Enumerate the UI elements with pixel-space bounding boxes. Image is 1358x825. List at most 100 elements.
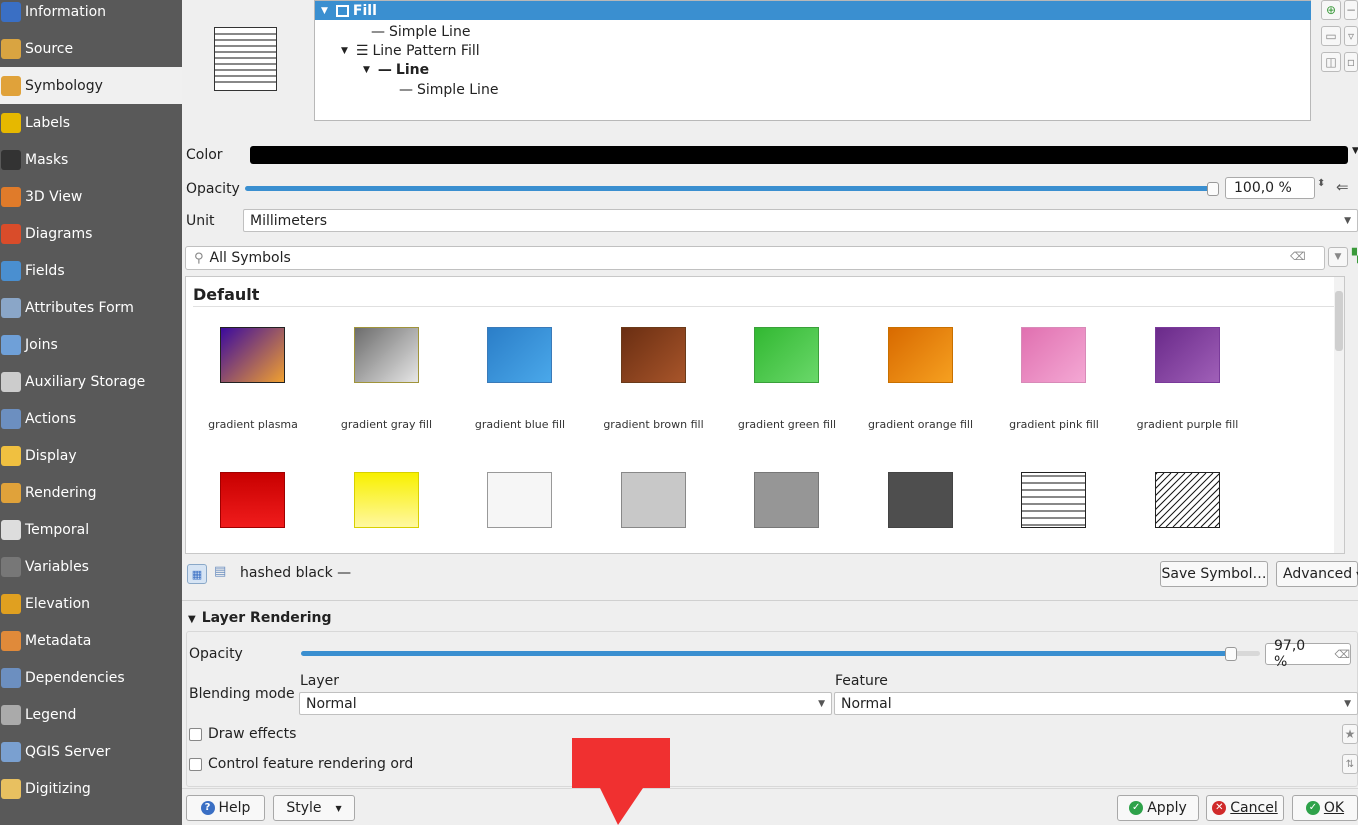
symbol-gallery[interactable]: Default gradient plasma gradient gray fil… (185, 276, 1345, 554)
layer-opacity-slider[interactable] (301, 651, 1231, 656)
sidebar-item-rendering[interactable]: Rendering (0, 474, 182, 511)
sidebar-item-label: Dependencies (25, 669, 125, 686)
sidebar-item-attributes-form[interactable]: Attributes Form (0, 289, 182, 326)
sidebar-item-labels[interactable]: Labels (0, 104, 182, 141)
duplicate-icon[interactable]: ◫ (1321, 52, 1341, 72)
search-dropdown-icon[interactable]: ▼ (1328, 247, 1348, 267)
unit-select[interactable]: Millimeters ▼ (243, 209, 1358, 232)
tree-item-label: Fill (352, 2, 377, 19)
advanced-button[interactable]: Advanced ▼ (1276, 561, 1358, 587)
add-layer-icon[interactable]: ⊕ (1321, 0, 1341, 20)
save-symbol-button[interactable]: Save Symbol… (1160, 561, 1268, 587)
sidebar-item-masks[interactable]: Masks (0, 141, 182, 178)
symbol-swatch[interactable] (220, 472, 285, 528)
remove-layer-icon[interactable]: − (1344, 0, 1358, 20)
clear-icon[interactable]: ⌫ (1334, 648, 1350, 661)
tree-item-simple-line[interactable]: — Simple Line (371, 22, 470, 41)
color-dropdown-icon[interactable]: ▼ (1352, 146, 1358, 156)
gear-icon (1, 408, 21, 429)
symbol-swatch[interactable] (220, 327, 285, 383)
symbol-swatch[interactable] (754, 327, 819, 383)
data-defined-icon[interactable]: ⇐ (1336, 178, 1349, 196)
hatch-horizontal-swatch[interactable] (1021, 472, 1086, 528)
symbol-swatch[interactable] (754, 472, 819, 528)
effects-star-icon[interactable]: ★ (1342, 724, 1358, 744)
sidebar-item-fields[interactable]: Fields (0, 252, 182, 289)
help-button[interactable]: ? Help (186, 795, 265, 821)
icon-view-icon[interactable]: ▦ (187, 564, 207, 584)
sidebar-item-display[interactable]: Display (0, 437, 182, 474)
sidebar-item-diagrams[interactable]: Diagrams (0, 215, 182, 252)
sidebar-item-actions[interactable]: Actions (0, 400, 182, 437)
sidebar-item-temporal[interactable]: Temporal (0, 511, 182, 548)
symbol-swatch[interactable] (487, 327, 552, 383)
ok-button[interactable]: ✓ OK (1292, 795, 1358, 821)
list-view-icon[interactable]: ▤ (214, 564, 226, 579)
tree-item-label: Line (395, 61, 430, 78)
move-down-icon[interactable]: ▭ (1321, 26, 1341, 46)
move-up-icon[interactable]: ▿ (1344, 26, 1358, 46)
sidebar-item-legend[interactable]: Legend (0, 696, 182, 733)
clear-icon[interactable]: ⌫ (1290, 250, 1306, 263)
tree-item-simple-line[interactable]: — Simple Line (399, 80, 498, 99)
layer-rendering-header[interactable]: ▼ Layer Rendering (188, 610, 332, 626)
apply-button[interactable]: ✓ Apply (1117, 795, 1199, 821)
sidebar-item-source[interactable]: Source (0, 30, 182, 67)
symbol-preview (214, 27, 277, 91)
sidebar-item-digitizing[interactable]: Digitizing (0, 770, 182, 807)
lock-icon[interactable]: ▫ (1344, 52, 1358, 72)
feature-blend-select[interactable]: Normal ▼ (834, 692, 1358, 715)
sidebar-item-information[interactable]: Information (0, 0, 182, 30)
sidebar-item-dependencies[interactable]: Dependencies (0, 659, 182, 696)
style-label: Style (286, 800, 322, 816)
sidebar-item-label: Metadata (25, 632, 92, 649)
sidebar-item-variables[interactable]: Variables (0, 548, 182, 585)
order-by-icon[interactable]: ⇅ (1342, 754, 1358, 774)
collapse-arrow-icon[interactable]: ▼ (188, 614, 196, 625)
scrollbar-thumb[interactable] (1335, 291, 1343, 351)
style-button[interactable]: Style ▼ (273, 795, 355, 821)
symbol-swatch[interactable] (353, 472, 419, 528)
layer-opacity-slider-handle[interactable] (1225, 647, 1237, 661)
gallery-scrollbar[interactable] (1334, 277, 1344, 553)
sidebar-item-elevation[interactable]: Elevation (0, 585, 182, 622)
tree-item-line-pattern-fill[interactable]: ▼ ☰ Line Pattern Fill (341, 41, 480, 60)
expand-arrow-icon[interactable]: ▼ (341, 46, 348, 56)
tree-item-line[interactable]: ▼ — Line (363, 60, 429, 79)
spin-arrows-icon[interactable]: ⬍ (1317, 178, 1325, 189)
opacity-spinbox[interactable]: 100,0 % (1225, 177, 1315, 199)
hatch-diagonal-swatch[interactable] (1095, 472, 1339, 528)
sidebar-item-auxiliary-storage[interactable]: Auxiliary Storage (0, 363, 182, 400)
symbol-search-input[interactable]: ⚲ All Symbols (185, 246, 1325, 270)
symbol-swatch[interactable] (1021, 327, 1086, 383)
symbol-swatch[interactable] (887, 327, 953, 383)
tree-item-label: Line Pattern Fill (372, 42, 480, 59)
symbol-swatch[interactable] (487, 472, 552, 528)
expand-arrow-icon[interactable]: ▼ (321, 6, 328, 16)
layer-opacity-spinbox[interactable]: 97,0 % ⌫ (1265, 638, 1351, 670)
gallery-group-title: Default (193, 285, 260, 304)
layer-blend-select[interactable]: Normal ▼ (299, 692, 832, 715)
symbol-swatch[interactable] (620, 472, 686, 528)
sidebar-item-qgis-server[interactable]: QGIS Server (0, 733, 182, 770)
symbol-layer-tree[interactable]: ▼ Fill — Simple Line ▼ ☰ Line Pattern Fi… (314, 0, 1311, 121)
sidebar-item-joins[interactable]: Joins (0, 326, 182, 363)
cancel-button[interactable]: ✕ Cancel (1206, 795, 1284, 821)
expand-arrow-icon[interactable]: ▼ (363, 65, 370, 75)
color-button[interactable] (250, 146, 1348, 164)
symbol-swatch[interactable] (353, 327, 419, 383)
opacity-slider-handle[interactable] (1207, 182, 1219, 196)
control-order-checkbox[interactable] (189, 758, 202, 771)
symbol-swatch[interactable] (887, 472, 953, 528)
tree-item-fill[interactable]: ▼ Fill (315, 1, 1311, 20)
sidebar-item-metadata[interactable]: Metadata (0, 622, 182, 659)
sidebar-item-symbology[interactable]: Symbology (0, 67, 182, 104)
symbol-swatch[interactable] (1154, 327, 1220, 383)
symbol-swatch[interactable] (620, 327, 686, 383)
opacity-slider[interactable] (245, 186, 1211, 191)
draw-effects-checkbox[interactable] (189, 728, 202, 741)
style-manager-icon[interactable]: ▚ (1352, 249, 1358, 264)
display-icon (1, 445, 21, 466)
sidebar-item-3d-view[interactable]: 3D View (0, 178, 182, 215)
fill-icon (335, 4, 349, 17)
